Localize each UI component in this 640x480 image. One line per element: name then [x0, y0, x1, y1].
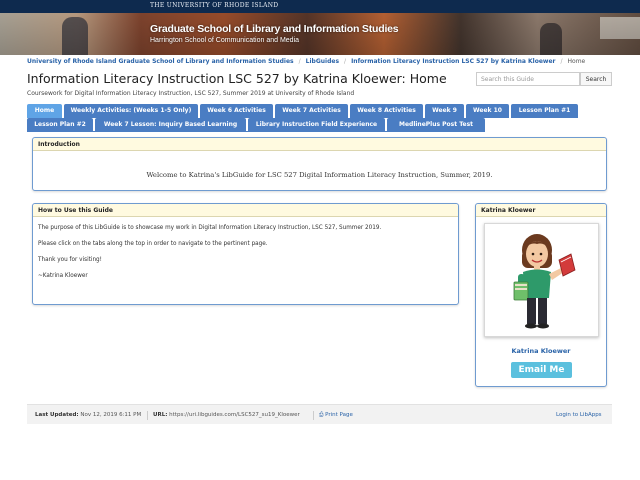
- login-libapps-link[interactable]: Login to LibApps: [556, 412, 602, 418]
- author-name[interactable]: Katrina Kloewer: [476, 347, 606, 355]
- page-footer: Last Updated: Nov 12, 2019 6:11 PM URL: …: [27, 404, 612, 424]
- last-updated-label: Last Updated:: [35, 412, 79, 418]
- breadcrumb: University of Rhode Island Graduate Scho…: [27, 58, 586, 65]
- tab-field-experience[interactable]: Library Instruction Field Experience: [248, 118, 385, 132]
- tab-lesson-plan-2[interactable]: Lesson Plan #2: [27, 118, 93, 132]
- howto-paragraph: The purpose of this LibGuide is to showc…: [38, 225, 382, 231]
- page-description: Coursework for Digital Information Liter…: [27, 90, 355, 97]
- tab-row-1: Home Weekly Activities: (Weeks 1-5 Only)…: [27, 104, 580, 118]
- breadcrumb-link-institution[interactable]: University of Rhode Island Graduate Scho…: [27, 58, 294, 65]
- url-value: https://uri.libguides.com/LSC527_su19_Kl…: [169, 412, 300, 418]
- tab-row-2: Lesson Plan #2 Week 7 Lesson: Inquiry Ba…: [27, 118, 487, 132]
- bitmoji-avatar-icon: [513, 234, 576, 329]
- search-input[interactable]: [476, 72, 580, 86]
- tab-lesson-plan-1[interactable]: Lesson Plan #1: [511, 104, 578, 118]
- tab-home[interactable]: Home: [27, 104, 62, 118]
- howto-paragraph: Thank you for visiting!: [38, 257, 102, 263]
- tab-week-7[interactable]: Week 7 Activities: [275, 104, 348, 118]
- profile-box: Katrina Kloewer Katrina Kloewer Email Me: [475, 203, 607, 387]
- tab-week-7-lesson[interactable]: Week 7 Lesson: Inquiry Based Learning: [95, 118, 246, 132]
- banner-title: Graduate School of Library and Informati…: [150, 23, 399, 35]
- tab-week-8[interactable]: Week 8 Activities: [350, 104, 423, 118]
- page-title: Information Literacy Instruction LSC 527…: [27, 71, 447, 86]
- search-button[interactable]: Search: [580, 72, 612, 86]
- howto-paragraph: ~Katrina Kloewer: [38, 273, 88, 279]
- breadcrumb-current: Home: [567, 58, 586, 65]
- banner-subtitle: Harrington School of Communication and M…: [150, 37, 300, 44]
- university-wordmark[interactable]: THE UNIVERSITY OF RHODE ISLAND: [150, 2, 278, 9]
- tab-week-9[interactable]: Week 9: [425, 104, 464, 118]
- how-to-use-content: The purpose of this LibGuide is to showc…: [33, 217, 458, 279]
- welcome-text: Welcome to Katrina's LibGuide for LSC 52…: [146, 171, 493, 179]
- tab-week-10[interactable]: Week 10: [466, 104, 509, 118]
- email-me-button[interactable]: Email Me: [511, 362, 572, 378]
- tab-weekly-activities[interactable]: Weekly Activities: (Weeks 1-5 Only): [64, 104, 198, 118]
- breadcrumb-link-libguides[interactable]: LibGuides: [306, 58, 339, 65]
- breadcrumb-link-guide[interactable]: Information Literacy Instruction LSC 527…: [351, 58, 555, 65]
- print-icon: ⎙: [319, 412, 324, 418]
- university-bar: THE UNIVERSITY OF RHODE ISLAND: [0, 0, 640, 13]
- last-updated-value: Nov 12, 2019 6:11 PM: [80, 412, 142, 418]
- how-to-use-box: How to Use this Guide The purpose of thi…: [32, 203, 459, 305]
- tab-week-6[interactable]: Week 6 Activities: [200, 104, 273, 118]
- tab-medlineplus-post-test[interactable]: MedlinePlus Post Test: [387, 118, 485, 132]
- url-label: URL:: [153, 412, 168, 418]
- how-to-use-heading: How to Use this Guide: [33, 204, 458, 217]
- print-page-link[interactable]: ⎙ Print Page: [319, 412, 353, 418]
- howto-paragraph: Please click on the tabs along the top i…: [38, 241, 268, 247]
- introduction-heading: Introduction: [33, 138, 606, 151]
- header-banner[interactable]: Graduate School of Library and Informati…: [0, 13, 640, 55]
- tab-underline: [27, 131, 485, 132]
- introduction-box: Introduction Welcome to Katrina's LibGui…: [32, 137, 607, 191]
- avatar: [484, 223, 599, 337]
- profile-heading: Katrina Kloewer: [476, 204, 606, 217]
